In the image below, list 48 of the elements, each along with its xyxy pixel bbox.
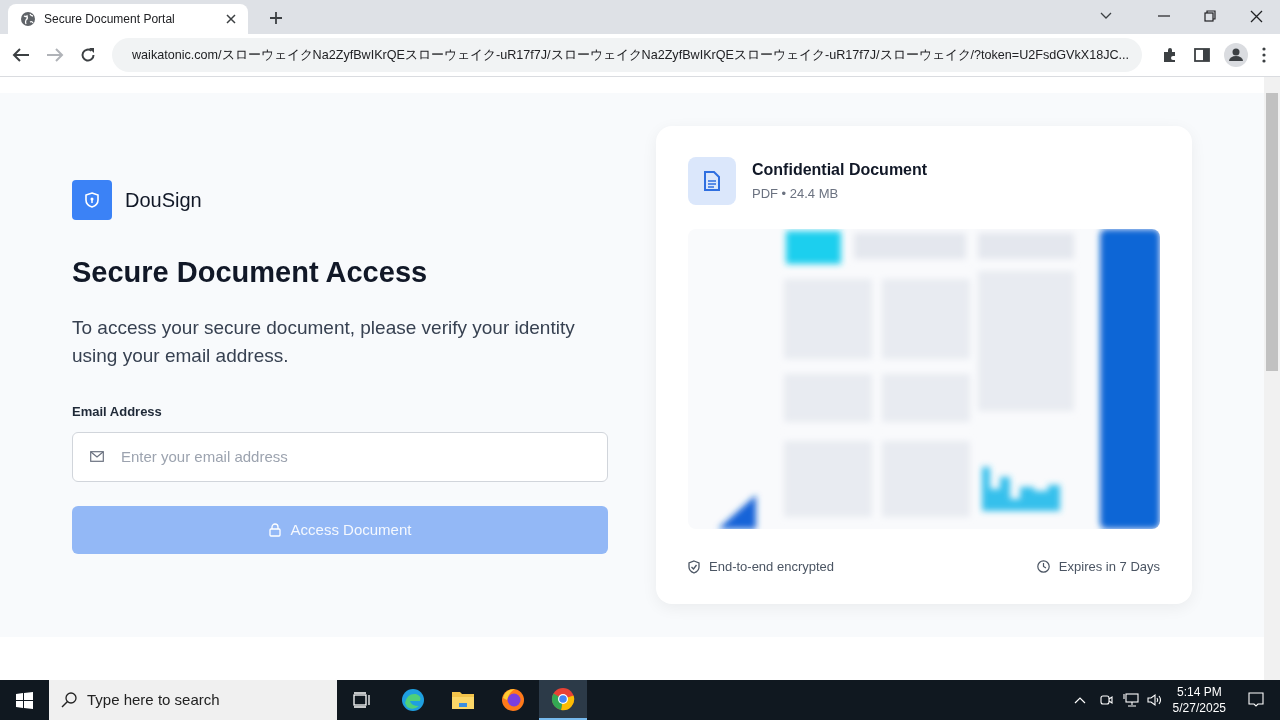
description-text: To access your secure document, please verify your identity using your email address.	[72, 316, 576, 369]
email-field[interactable]: Enter your email address	[72, 431, 608, 482]
chevron-down-icon[interactable]	[1100, 12, 1112, 20]
search-icon	[61, 692, 77, 708]
reload-icon[interactable]	[80, 47, 96, 63]
taskbar-search-field[interactable]: Type here to search	[49, 680, 337, 720]
side-panel-icon[interactable]	[1194, 48, 1210, 62]
folder-icon[interactable]	[451, 690, 475, 710]
address-bar[interactable]: waikatonic.com/スローウェイクNa2ZyfBwIKrQEスローウェイク-uR17f7J/スローウェイクNa2ZyfBwIKrQEスローウェイク-uR17f7J/スローウェイク/?token=U2FsdGVkX18JC...	[112, 38, 1142, 72]
volume-icon[interactable]	[1146, 693, 1163, 707]
expiry-note: Expires in 7 Days	[1058, 558, 1160, 576]
clock-date[interactable]: 5/27/2025	[1172, 700, 1226, 716]
shield-check-icon	[688, 559, 700, 574]
envelope-icon	[90, 450, 104, 462]
chrome-icon	[551, 687, 575, 711]
document-meta: PDF • 24.4 MB	[752, 185, 840, 204]
globe-icon	[20, 11, 36, 27]
encryption-note: End-to-end encrypted	[709, 558, 835, 576]
restore-icon[interactable]	[1204, 10, 1216, 22]
lock-icon	[268, 522, 281, 537]
browser-tab[interactable]: Secure Document Portal	[8, 4, 248, 34]
task-view-icon[interactable]	[353, 692, 371, 708]
close-icon[interactable]	[1250, 9, 1263, 23]
menu-icon[interactable]	[1262, 47, 1266, 63]
document-title: Confidential Document	[752, 160, 928, 181]
url-text: waikatonic.com/スローウェイクNa2ZyfBwIKrQEスローウェイク-uR17f7J/スローウェイクNa2ZyfBwIKrQEスローウェイク-uR17f7J/スローウェイク/?token=U2FsdGVkX18JC...	[132, 46, 1130, 64]
camera-icon[interactable]	[1099, 693, 1113, 707]
field-label: Email Address	[72, 403, 163, 422]
shield-icon	[85, 192, 99, 208]
edge-icon[interactable]	[401, 688, 425, 712]
firefox-icon[interactable]	[501, 688, 525, 712]
back-icon[interactable]	[12, 47, 30, 63]
chevron-up-icon[interactable]	[1073, 696, 1086, 704]
document-icon	[688, 157, 736, 205]
windows-start-icon[interactable]	[16, 691, 33, 709]
scrollbar[interactable]	[1264, 77, 1280, 680]
page-heading: Secure Document Access	[72, 255, 429, 290]
profile-icon[interactable]	[1224, 43, 1248, 67]
puzzle-icon[interactable]	[1162, 47, 1178, 63]
close-icon[interactable]	[226, 14, 236, 24]
clock-time[interactable]: 5:14 PM	[1176, 684, 1222, 700]
brand-name: DouSign	[125, 188, 202, 213]
clock-icon	[1036, 560, 1050, 574]
notification-icon[interactable]	[1248, 692, 1264, 708]
network-icon[interactable]	[1122, 693, 1139, 707]
chrome-taskbar-button[interactable]	[539, 680, 587, 720]
tab-title: Secure Document Portal	[44, 11, 176, 28]
new-tab-icon[interactable]	[270, 12, 282, 24]
